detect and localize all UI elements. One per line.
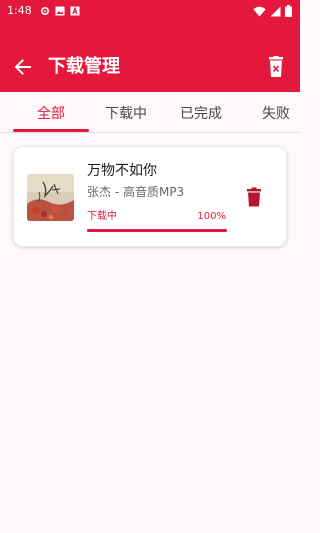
tab-all[interactable]: 全部 <box>37 105 65 123</box>
download-item-card[interactable]: 万物不如你 张杰 - 高音质MP3 下载中 100% <box>13 146 287 247</box>
tab-bar: 全部 下载中 已完成 失败 <box>0 92 300 133</box>
settings-icon <box>40 6 50 16</box>
tab-failed[interactable]: 失败 <box>262 105 290 123</box>
song-meta: 张杰 - 高音质MP3 <box>87 185 185 199</box>
progress-bar <box>87 229 227 232</box>
progress-fill <box>87 229 227 232</box>
app-bar: 下载管理 <box>0 24 300 92</box>
tab-downloading[interactable]: 下载中 <box>105 105 147 123</box>
font-icon <box>70 6 80 16</box>
status-time: 1:48 <box>7 4 32 17</box>
album-cover <box>27 174 74 221</box>
status-system-icons <box>253 5 292 17</box>
download-percent: 100% <box>197 211 226 222</box>
battery-icon <box>285 5 292 17</box>
tab-indicator <box>13 129 89 132</box>
tab-completed[interactable]: 已完成 <box>180 105 222 123</box>
trash-icon[interactable] <box>246 187 262 207</box>
image-icon <box>55 6 65 16</box>
song-title: 万物不如你 <box>87 163 157 179</box>
signal-icon <box>270 6 281 16</box>
trash-clear-icon[interactable] <box>266 56 286 78</box>
status-bar: 1:48 <box>0 0 300 24</box>
download-status: 下载中 <box>87 211 117 222</box>
status-notification-icons <box>40 5 80 17</box>
arrow-left-icon[interactable] <box>13 57 33 77</box>
page-title: 下载管理 <box>48 56 120 77</box>
wifi-icon <box>253 6 266 16</box>
